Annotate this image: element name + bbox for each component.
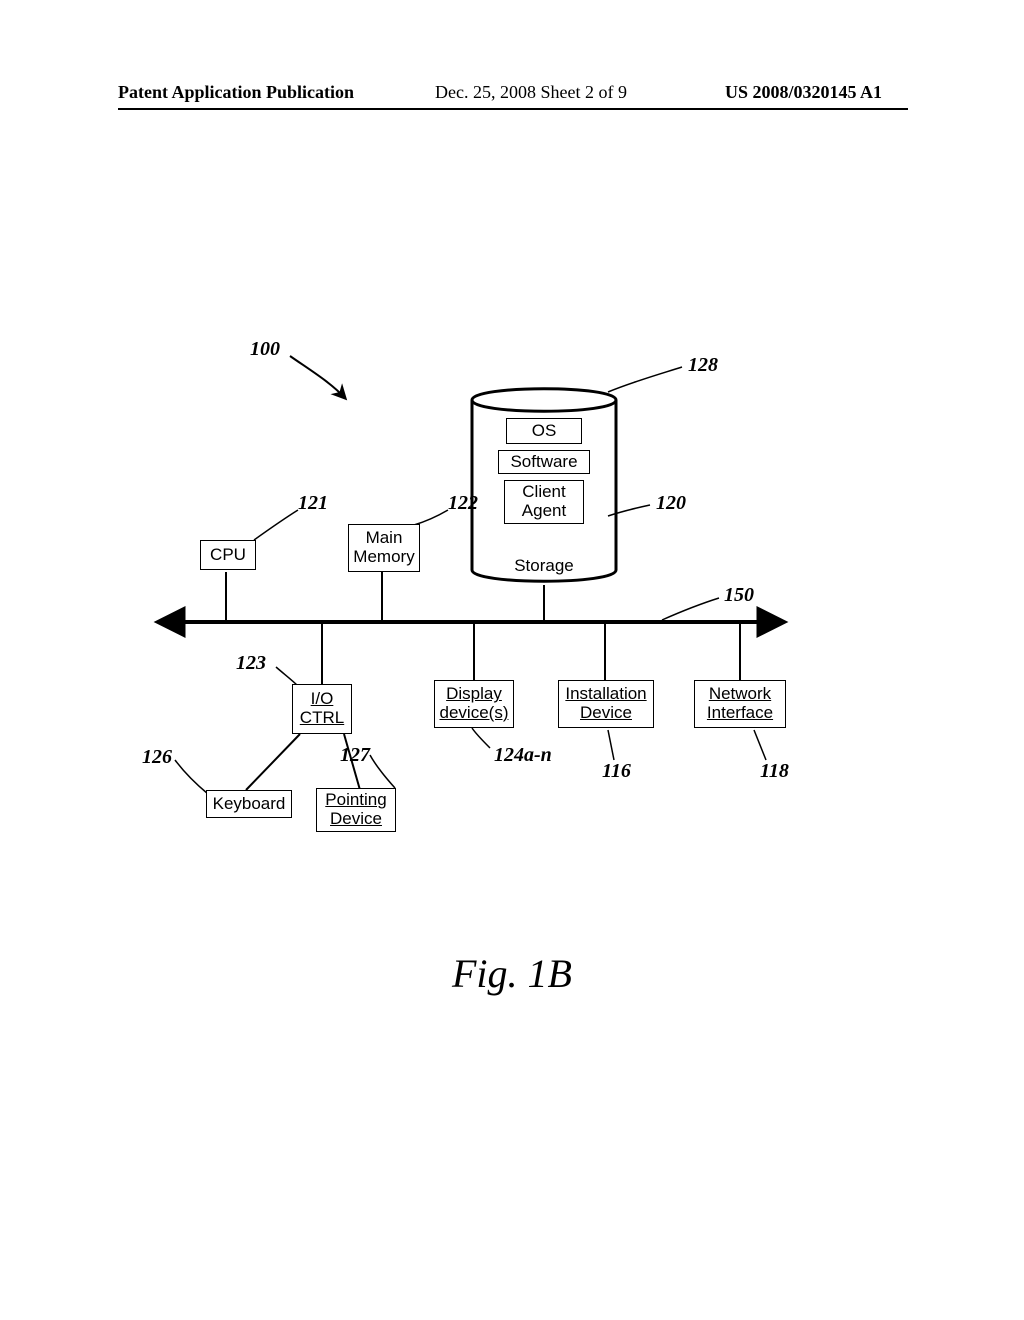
network-box: Network Interface [694, 680, 786, 728]
diagram-svg [0, 0, 1024, 1320]
network-text: Network Interface [707, 685, 773, 722]
refnum-123: 123 [236, 652, 266, 675]
main-memory-box: Main Memory [348, 524, 420, 572]
leader-118 [754, 730, 766, 760]
io-ctrl-box: I/O CTRL [292, 684, 352, 734]
display-box: Display device(s) [434, 680, 514, 728]
leader-124 [472, 728, 490, 748]
refnum-150: 150 [724, 584, 754, 607]
leader-121 [254, 510, 298, 540]
refnum-128: 128 [688, 354, 718, 377]
leader-116 [608, 730, 614, 760]
refnum-122: 122 [448, 492, 478, 515]
refnum-126: 126 [142, 746, 172, 769]
software-box: Software [498, 450, 590, 474]
os-box: OS [506, 418, 582, 444]
storage-label: Storage [472, 556, 616, 576]
leader-150 [662, 598, 719, 620]
installation-box: Installation Device [558, 680, 654, 728]
refnum-100: 100 [250, 338, 280, 361]
cpu-box: CPU [200, 540, 256, 570]
keyboard-box: Keyboard [206, 790, 292, 818]
leader-128 [608, 367, 682, 392]
leader-127 [370, 755, 395, 788]
pointing-text: Pointing Device [325, 791, 386, 828]
refnum-127: 127 [340, 744, 370, 767]
refnum-124: 124a-n [494, 744, 552, 767]
refnum-116: 116 [602, 760, 631, 783]
display-text: Display device(s) [440, 685, 509, 722]
client-agent-box: Client Agent [504, 480, 584, 524]
refnum-118: 118 [760, 760, 789, 783]
leader-100 [290, 356, 345, 398]
refnum-120: 120 [656, 492, 686, 515]
pointing-device-box: Pointing Device [316, 788, 396, 832]
figure-caption: Fig. 1B [0, 950, 1024, 997]
leader-122 [414, 510, 448, 525]
installation-text: Installation Device [565, 685, 646, 722]
leader-126 [175, 760, 208, 794]
refnum-121: 121 [298, 492, 328, 515]
io-ctrl-text: I/O CTRL [300, 690, 344, 727]
conn-keyboard [246, 734, 300, 790]
